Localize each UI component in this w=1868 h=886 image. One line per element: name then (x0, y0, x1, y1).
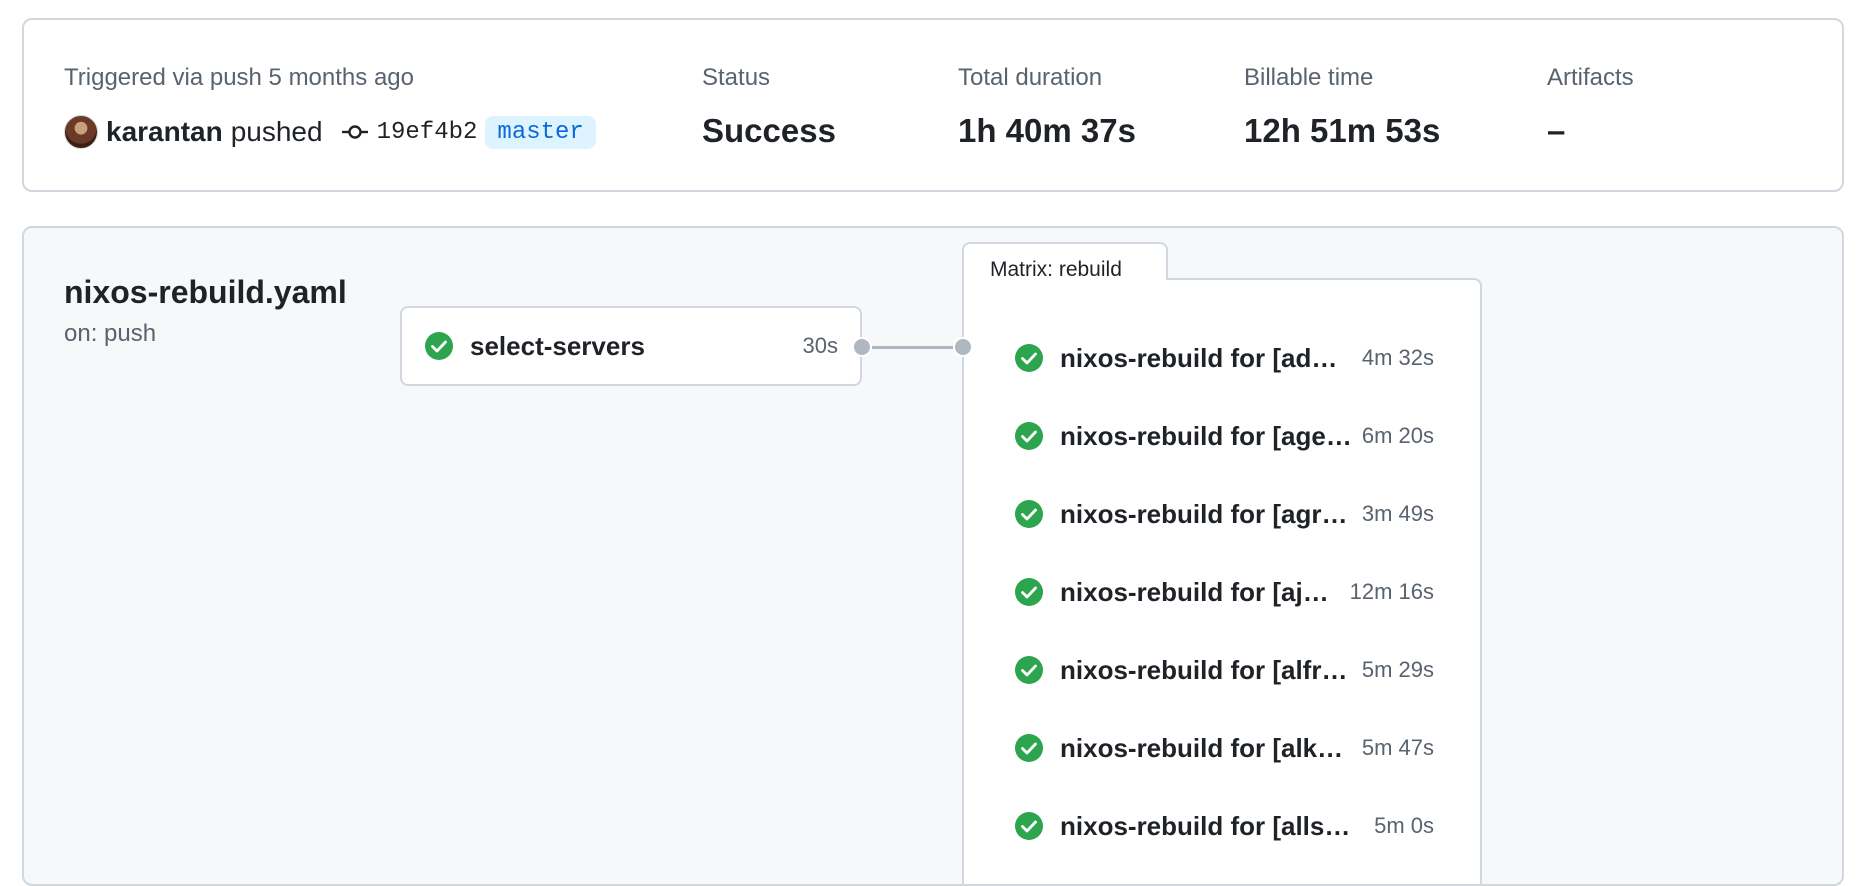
matrix-job[interactable]: nixos-rebuild for [alfred] 5m 29s (1014, 650, 1434, 690)
status-value: Success (702, 112, 836, 149)
actor-link[interactable]: karantan (106, 116, 223, 148)
avatar[interactable] (64, 115, 98, 149)
check-circle-icon (1015, 422, 1043, 450)
trigger-details: karantan pushed 19ef4b2 master (64, 112, 596, 152)
job-duration: 3m 49s (1361, 501, 1434, 526)
check-circle-icon (425, 332, 453, 360)
action-text: pushed (230, 116, 323, 147)
duration-label: Total duration (958, 64, 1103, 91)
billable-label: Billable time (1244, 64, 1374, 91)
job-name: nixos-rebuild for [ajw... (1060, 576, 1340, 607)
job-duration: 6m 20s (1361, 423, 1434, 448)
artifacts-value: – (1547, 112, 1566, 149)
output-port (852, 337, 872, 357)
matrix-job[interactable]: nixos-rebuild for [ajw... 12m 16s (1014, 572, 1434, 612)
job-name: nixos-rebuild for [alfred] (1060, 654, 1352, 685)
matrix-job[interactable]: nixos-rebuild for [alka... 5m 47s (1014, 728, 1434, 768)
run-summary: Triggered via push 5 months ago karantan… (22, 18, 1844, 192)
check-circle-icon (1015, 344, 1043, 372)
matrix-group: nixos-rebuild for [addi... 4m 32s nixos-… (962, 278, 1482, 884)
job-connector (872, 346, 962, 349)
job-duration: 30s (802, 333, 838, 358)
duration-value: 1h 40m 37s (958, 112, 1136, 149)
job-select-servers[interactable]: select-servers 30s (400, 306, 862, 386)
job-name: nixos-rebuild for [agree] (1060, 498, 1352, 529)
job-duration: 4m 32s (1361, 345, 1434, 370)
job-duration: 5m 47s (1361, 735, 1434, 760)
job-name: nixos-rebuild for [addi... (1060, 342, 1352, 373)
trigger-label: Triggered via push 5 months ago (64, 64, 414, 91)
check-circle-icon (1015, 734, 1043, 762)
check-circle-icon (1015, 656, 1043, 684)
input-port (953, 337, 973, 357)
job-duration: 5m 0s (1374, 813, 1434, 838)
matrix-job[interactable]: nixos-rebuild for [agree] 3m 49s (1014, 494, 1434, 534)
matrix-job[interactable]: nixos-rebuild for [allspi... 5m 0s (1014, 806, 1434, 846)
git-commit-icon (341, 122, 369, 142)
billable-value[interactable]: 12h 51m 53s (1244, 112, 1440, 150)
matrix-job[interactable]: nixos-rebuild for [addi... 4m 32s (1014, 338, 1434, 378)
check-circle-icon (1015, 812, 1043, 840)
job-name: nixos-rebuild for [agen... (1060, 420, 1352, 451)
job-name: nixos-rebuild for [alka... (1060, 732, 1352, 763)
check-circle-icon (1015, 578, 1043, 606)
job-duration: 12m 16s (1349, 579, 1434, 604)
job-name: select-servers (470, 330, 645, 361)
branch-badge[interactable]: master (485, 115, 596, 149)
matrix-tab-join (964, 276, 1166, 282)
status-label: Status (702, 64, 771, 91)
matrix-job[interactable]: nixos-rebuild for [agen... 6m 20s (1014, 416, 1434, 456)
job-duration: 5m 29s (1361, 657, 1434, 682)
artifacts-label: Artifacts (1547, 64, 1634, 91)
workflow-file-name: nixos-rebuild.yaml (64, 274, 347, 310)
workflow-trigger: on: push (64, 320, 157, 347)
check-circle-icon (1015, 500, 1043, 528)
job-name: nixos-rebuild for [allspi... (1060, 810, 1365, 841)
commit-sha-link[interactable]: 19ef4b2 (377, 119, 478, 146)
workflow-graph: nixos-rebuild.yaml on: push select-serve… (22, 226, 1844, 886)
